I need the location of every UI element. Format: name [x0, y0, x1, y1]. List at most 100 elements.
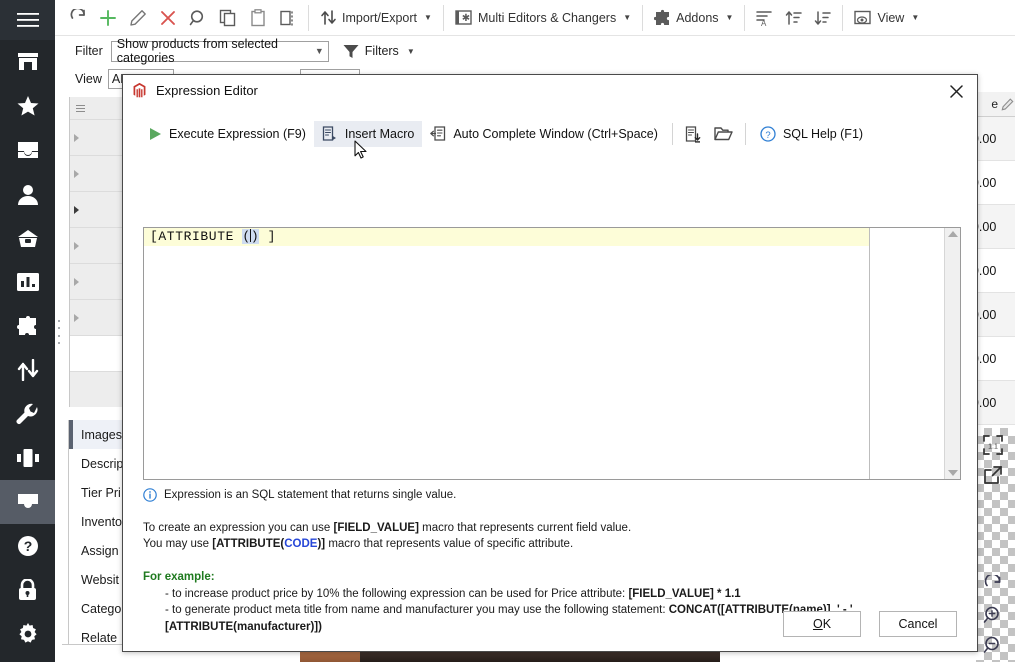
toolbar-separator-4 [744, 4, 746, 31]
zoom-out-button[interactable] [980, 632, 1006, 658]
scroll-down-icon[interactable] [947, 470, 958, 476]
cross-icon [161, 10, 175, 25]
refresh-button[interactable] [63, 3, 93, 33]
menu-hamburger-button[interactable] [0, 0, 55, 40]
sort-desc-icon [815, 10, 832, 25]
save-script-button[interactable] [679, 121, 708, 147]
view-menu-button[interactable]: View ▼ [848, 3, 925, 33]
copy-button[interactable] [213, 3, 243, 33]
import-export-button[interactable]: Import/Export ▼ [314, 3, 438, 33]
addons-label: Addons [676, 10, 719, 25]
open-file-button[interactable] [708, 121, 739, 147]
sidebar-item-basket[interactable] [0, 216, 55, 260]
question-circle-icon: ? [760, 126, 776, 142]
zoom-in-icon [983, 606, 999, 623]
main-toolbar: Import/Export ▼ ✱ Multi Editors & Change… [55, 0, 1018, 36]
sort-alpha-icon: A [756, 10, 773, 26]
magnifier-icon [189, 9, 204, 25]
sql-help-button[interactable]: ? SQL Help (F1) [752, 121, 871, 147]
sidebar-item-help[interactable]: ? [0, 524, 55, 568]
plus-icon [100, 9, 116, 26]
multi-editors-icon: ✱ [455, 10, 472, 25]
panel-resize-grip[interactable] [56, 320, 62, 344]
sort-asc-button[interactable] [779, 3, 808, 33]
ok-button[interactable]: OK [783, 611, 861, 637]
zoom-out-icon [983, 636, 999, 653]
execute-expression-button[interactable]: Execute Expression (F9) [141, 121, 314, 147]
duplicate-button[interactable] [273, 3, 303, 33]
left-sidebar: ? [0, 0, 55, 662]
info-icon [143, 488, 157, 502]
help-example-1-b: [FIELD_VALUE] * 1.1 [628, 587, 741, 600]
sort-alpha-button[interactable]: A [750, 3, 779, 33]
field-label: Descrip [81, 456, 124, 471]
fit-to-screen-button[interactable]: 1:1 [980, 432, 1006, 458]
scroll-up-icon[interactable] [947, 231, 958, 237]
gear-icon [18, 623, 37, 643]
star-icon [17, 95, 38, 115]
sidebar-item-store[interactable] [0, 40, 55, 84]
field-label: Invento [81, 514, 123, 529]
chevron-down-icon: ▼ [424, 13, 432, 22]
chevron-right-icon [74, 133, 79, 142]
chevron-right-icon [74, 277, 79, 286]
filter-select-value: Show products from selected categories [116, 37, 278, 65]
sort-desc-button[interactable] [808, 3, 837, 33]
sidebar-item-extensions[interactable] [0, 304, 55, 348]
field-label: Tier Pri [81, 485, 121, 500]
edit-button[interactable] [123, 3, 153, 33]
refresh-icon [70, 8, 85, 19]
addons-button[interactable]: Addons ▼ [648, 3, 739, 33]
funnel-icon [343, 44, 359, 58]
help-example-header: For example: [143, 571, 215, 584]
chevron-down-icon-4: ▼ [911, 13, 920, 22]
sort-asc-icon [786, 10, 803, 25]
sidebar-item-settings[interactable] [0, 612, 55, 656]
dialog-toolbar-separator [671, 123, 673, 145]
save-script-icon [685, 125, 701, 143]
store-icon [17, 53, 38, 70]
filter-label: Filter [75, 44, 103, 58]
delete-button[interactable] [153, 3, 183, 33]
editor-text-area[interactable]: [ATTRIBUTE () ] [144, 228, 944, 479]
close-button[interactable] [945, 80, 967, 102]
zoom-in-button[interactable] [980, 602, 1006, 628]
sidebar-item-customers[interactable] [0, 172, 55, 216]
sidebar-item-favorites[interactable] [0, 84, 55, 128]
inbox-active-icon [17, 494, 38, 510]
insert-macro-button[interactable]: Insert Macro [313, 121, 423, 147]
rotate-button[interactable] [980, 572, 1006, 598]
sidebar-item-reports[interactable] [0, 260, 55, 304]
sidebar-item-tools[interactable] [0, 392, 55, 436]
open-external-button[interactable] [980, 462, 1006, 488]
editor-right-margin-line [869, 228, 870, 479]
auto-complete-button[interactable]: Auto Complete Window (Ctrl+Space) [422, 121, 666, 147]
expression-editor-field[interactable]: [ATTRIBUTE () ] [143, 227, 961, 480]
dialog-toolbar-separator-2 [744, 123, 746, 145]
filters-button[interactable]: Filters ▼ [337, 44, 415, 59]
search-button[interactable] [183, 3, 213, 33]
puzzle-icon [17, 315, 36, 335]
chevron-down-icon-2: ▼ [623, 13, 632, 22]
sidebar-item-products[interactable] [0, 480, 55, 524]
sidebar-item-transfer[interactable] [0, 348, 55, 392]
filter-select[interactable]: Show products from selected categories ▼ [110, 37, 329, 65]
paste-button[interactable] [243, 3, 273, 33]
editor-close-paren: ) [250, 229, 260, 244]
help-line-3-a: You may use [143, 538, 213, 551]
multi-editors-button[interactable]: ✱ Multi Editors & Changers ▼ [449, 3, 637, 33]
sidebar-item-modules[interactable] [0, 436, 55, 480]
cancel-button[interactable]: Cancel [879, 611, 957, 637]
sidebar-item-archive[interactable] [0, 128, 55, 172]
editor-scrollbar[interactable] [944, 228, 960, 479]
auto-complete-label: Auto Complete Window (Ctrl+Space) [453, 127, 658, 141]
multi-editors-label: Multi Editors & Changers [477, 10, 617, 25]
chevron-right-icon [74, 313, 79, 322]
user-icon [17, 184, 38, 205]
sidebar-item-security[interactable] [0, 568, 55, 612]
toolbar-separator-2 [442, 4, 444, 31]
view-eye-icon [854, 10, 872, 24]
insert-macro-icon [322, 126, 336, 141]
add-button[interactable] [93, 3, 123, 33]
help-example-1: - to increase product price by 10% the f… [143, 586, 961, 603]
